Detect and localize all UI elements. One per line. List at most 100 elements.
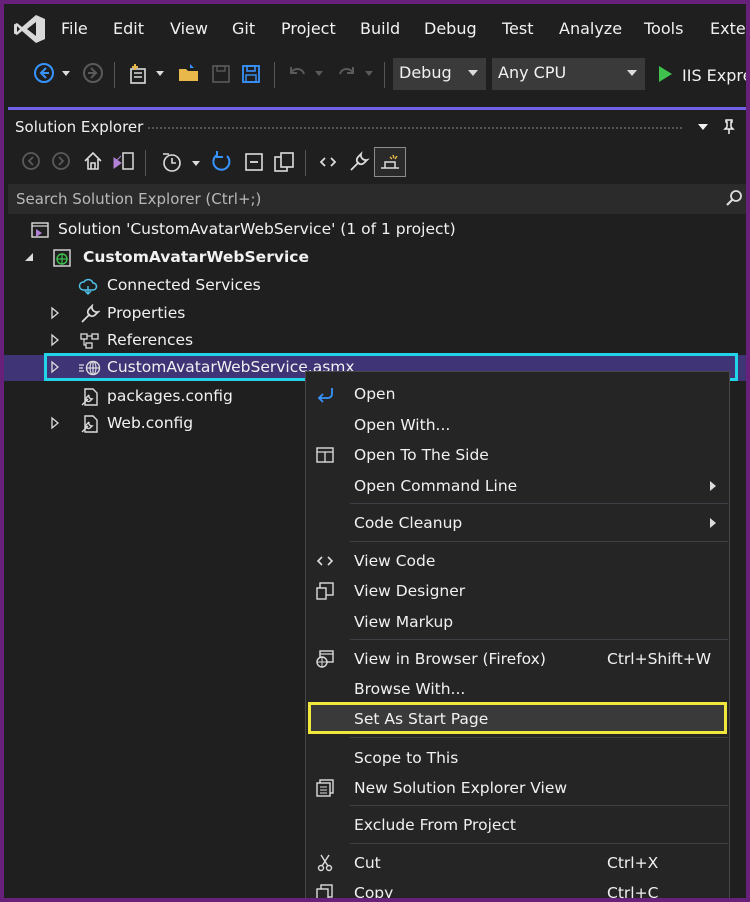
visual-studio-logo-icon[interactable]: [14, 14, 46, 44]
menu-item-open-to-side[interactable]: Open To The Side: [306, 440, 729, 470]
menu-test[interactable]: Test: [502, 19, 534, 38]
back-icon[interactable]: [31, 60, 57, 86]
toolbar-separator: [305, 150, 306, 176]
tree-item-connected-services[interactable]: Connected Services: [4, 272, 746, 300]
drag-grip[interactable]: [147, 126, 682, 131]
sync-icon[interactable]: [209, 150, 233, 174]
menu-project[interactable]: Project: [281, 19, 336, 38]
chevron-down-icon: [627, 70, 637, 76]
solution-platform-dropdown[interactable]: Any CPU: [492, 58, 645, 90]
pin-icon[interactable]: [722, 119, 736, 135]
redo-dropdown-icon[interactable]: [364, 68, 374, 78]
menu-item-cut[interactable]: Cut Ctrl+X: [306, 848, 729, 878]
pending-changes-filter-icon[interactable]: [160, 150, 184, 174]
config-file-icon: [81, 388, 98, 406]
properties-wrench-icon[interactable]: [347, 150, 371, 174]
menu-view[interactable]: View: [170, 19, 208, 38]
undo-dropdown-icon[interactable]: [314, 68, 324, 78]
preview-selected-items-toggle[interactable]: [374, 147, 406, 177]
new-view-icon: [316, 779, 334, 797]
tree-item-label: Properties: [107, 304, 186, 322]
menu-item-browse-with[interactable]: Browse With...: [306, 674, 729, 704]
collapsed-arrow-icon[interactable]: [48, 333, 62, 347]
wrench-icon: [81, 304, 100, 323]
collapsed-arrow-icon[interactable]: [48, 306, 62, 320]
menu-item-label: Set As Start Page: [354, 710, 489, 728]
tree-item-properties[interactable]: Properties: [4, 300, 746, 328]
tree-item-solution[interactable]: Solution 'CustomAvatarWebService' (1 of …: [4, 216, 746, 244]
home-icon[interactable]: [82, 150, 104, 172]
tree-item-references[interactable]: References: [4, 327, 746, 355]
menu-item-label: Open To The Side: [354, 446, 489, 464]
new-project-icon[interactable]: [126, 61, 152, 87]
menu-item-set-as-start-page[interactable]: Set As Start Page: [306, 704, 729, 734]
search-input[interactable]: [16, 188, 706, 210]
browser-icon: [316, 650, 334, 668]
menu-item-copy[interactable]: Copy Ctrl+C: [306, 878, 729, 898]
solution-configuration-value: Debug: [399, 63, 452, 82]
collapsed-arrow-icon[interactable]: [48, 416, 62, 430]
undo-icon[interactable]: [284, 61, 310, 87]
solution-explorer-header: Solution Explorer: [4, 110, 746, 142]
menu-item-open-command-line[interactable]: Open Command Line: [306, 471, 729, 501]
toolbar-separator: [114, 62, 115, 88]
menu-edit[interactable]: Edit: [113, 19, 144, 38]
save-icon[interactable]: [208, 61, 234, 87]
menu-item-scope-to-this[interactable]: Scope to This: [306, 743, 729, 773]
solution-configuration-dropdown[interactable]: Debug: [393, 58, 486, 90]
designer-icon: [316, 582, 334, 600]
switch-views-icon[interactable]: [112, 150, 136, 172]
tree-item-label: References: [107, 331, 194, 349]
submenu-arrow-icon: [710, 481, 716, 491]
menu-item-open[interactable]: Open: [306, 379, 729, 409]
menu-item-new-solution-explorer-view[interactable]: New Solution Explorer View: [306, 773, 729, 803]
web-project-icon: [53, 249, 71, 267]
toolbar-separator: [384, 62, 385, 88]
menu-item-code-cleanup[interactable]: Code Cleanup: [306, 508, 729, 538]
menu-item-open-with[interactable]: Open With...: [306, 410, 729, 440]
solution-explorer-search: [8, 184, 746, 214]
code-icon[interactable]: [316, 150, 340, 174]
menu-item-exclude-from-project[interactable]: Exclude From Project: [306, 810, 729, 840]
menu-item-view-markup[interactable]: View Markup: [306, 607, 729, 637]
menu-item-label: Cut: [354, 854, 381, 872]
back-icon[interactable]: [20, 150, 42, 172]
menu-file[interactable]: File: [61, 19, 88, 38]
forward-icon[interactable]: [80, 60, 106, 86]
references-icon: [80, 333, 99, 349]
open-side-icon: [316, 447, 334, 463]
menu-item-shortcut: Ctrl+X: [607, 854, 659, 872]
menu-item-view-designer[interactable]: View Designer: [306, 576, 729, 606]
menu-separator: [350, 503, 728, 504]
save-all-icon[interactable]: [238, 61, 264, 87]
main-toolbar: Debug Any CPU IIS Expre: [4, 52, 746, 96]
visual-studio-window: File Edit View Git Project Build Debug T…: [4, 4, 746, 898]
menu-item-view-in-browser[interactable]: View in Browser (Firefox) Ctrl+Shift+W: [306, 644, 729, 674]
new-project-dropdown-icon[interactable]: [155, 68, 165, 78]
run-target-label[interactable]: IIS Expre: [682, 66, 746, 85]
forward-icon[interactable]: [50, 150, 72, 172]
preview-icon: [381, 154, 399, 169]
redo-icon[interactable]: [334, 61, 360, 87]
filter-dropdown-icon[interactable]: [191, 158, 201, 168]
show-all-files-icon[interactable]: [272, 150, 296, 174]
open-folder-icon[interactable]: [176, 61, 202, 87]
menu-tools[interactable]: Tools: [644, 19, 683, 38]
expanded-arrow-icon[interactable]: [22, 250, 36, 264]
back-dropdown-icon[interactable]: [61, 68, 71, 78]
menu-extensions[interactable]: Exter: [710, 19, 746, 38]
menu-debug[interactable]: Debug: [424, 19, 477, 38]
open-icon: [317, 388, 333, 403]
menu-analyze[interactable]: Analyze: [559, 19, 622, 38]
play-icon[interactable]: [656, 64, 674, 84]
menu-git[interactable]: Git: [232, 19, 255, 38]
collapse-all-icon[interactable]: [242, 150, 266, 174]
toolbar-separator: [145, 150, 146, 176]
menu-item-view-code[interactable]: View Code: [306, 546, 729, 576]
tree-item-project[interactable]: CustomAvatarWebService: [4, 244, 746, 272]
tree-item-label: packages.config: [107, 387, 233, 405]
search-icon[interactable]: [726, 189, 744, 207]
panel-options-icon[interactable]: [697, 122, 709, 132]
menu-item-label: Scope to This: [354, 749, 459, 767]
menu-build[interactable]: Build: [360, 19, 400, 38]
